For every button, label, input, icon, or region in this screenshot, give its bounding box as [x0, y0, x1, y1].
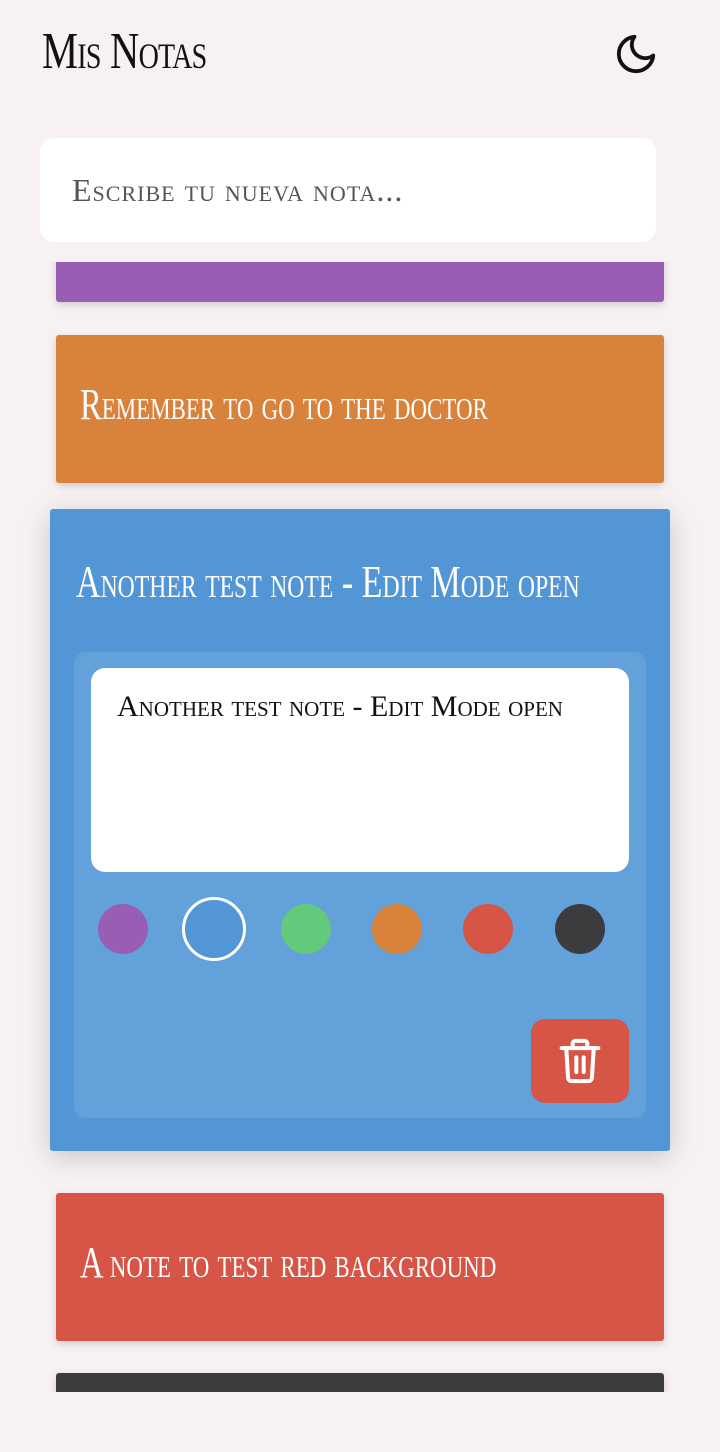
color-swatch-green[interactable]: [281, 904, 331, 954]
note-edit-textarea[interactable]: Another test note - Edit Mode open: [91, 668, 629, 872]
note-card-editing: Another test note - Edit Mode open Anoth…: [50, 509, 670, 1151]
trash-icon: [559, 1038, 601, 1084]
moon-icon: [616, 34, 656, 74]
note-text: Remember to go to the doctor: [80, 380, 488, 429]
theme-toggle-button[interactable]: [610, 28, 662, 80]
note-editor-panel: Another test note - Edit Mode open: [74, 652, 646, 1118]
note-card-purple[interactable]: [56, 262, 664, 302]
color-swatch-orange[interactable]: [372, 904, 422, 954]
color-swatch-red[interactable]: [463, 904, 513, 954]
note-card-orange[interactable]: Remember to go to the doctor: [56, 335, 664, 483]
note-card-dark[interactable]: [56, 1373, 664, 1392]
new-note-input[interactable]: [40, 138, 656, 242]
color-swatch-dark[interactable]: [555, 904, 605, 954]
page-title: Mis Notas: [42, 23, 207, 80]
color-swatch-blue-selected[interactable]: [182, 897, 246, 961]
note-card-red[interactable]: A note to test red background: [56, 1193, 664, 1341]
note-text: Another test note - Edit Mode open: [76, 556, 580, 607]
note-text: A note to test red background: [80, 1238, 497, 1287]
delete-note-button[interactable]: [531, 1019, 629, 1103]
notes-list: Remember to go to the doctor Another tes…: [0, 262, 720, 1392]
color-swatch-purple[interactable]: [98, 904, 148, 954]
